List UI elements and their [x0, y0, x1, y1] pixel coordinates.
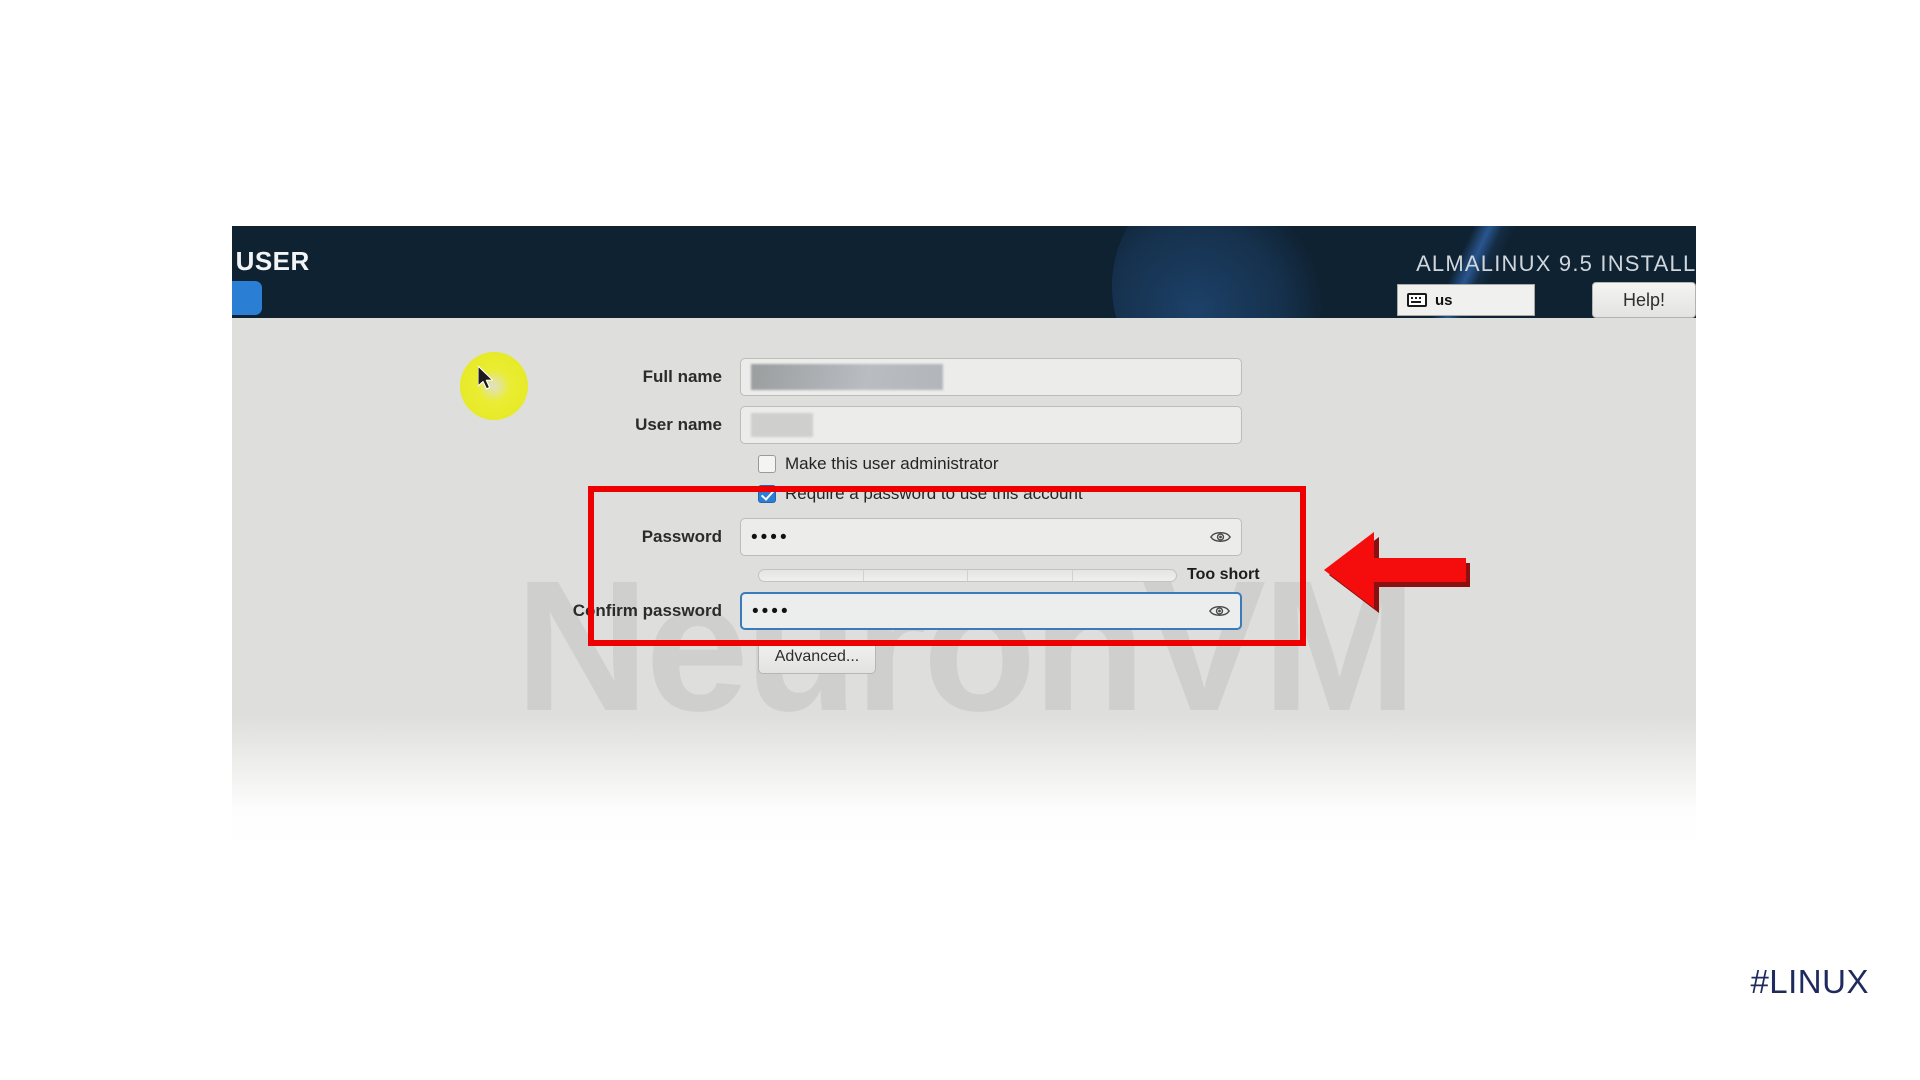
require-password-row[interactable]: Require a password to use this account — [758, 484, 1696, 504]
full-name-redacted-value — [751, 364, 943, 390]
confirm-password-row: Confirm password •••• — [232, 592, 1696, 630]
confirm-password-label: Confirm password — [572, 601, 722, 620]
advanced-button[interactable]: Advanced... — [758, 640, 876, 674]
password-label: Password — [641, 527, 722, 546]
page-title: E USER — [232, 246, 310, 276]
confirm-password-masked-value: •••• — [752, 600, 791, 622]
keyboard-layout-indicator[interactable]: us — [1397, 284, 1535, 316]
strength-segment — [1073, 570, 1177, 581]
keyboard-layout-label: us — [1435, 291, 1453, 309]
make-administrator-row[interactable]: Make this user administrator — [758, 454, 1696, 474]
content-bottom-fade — [232, 716, 1696, 846]
password-row: Password •••• — [232, 518, 1696, 556]
strength-segment — [864, 569, 968, 581]
installer-header-bar: E USER ALMALINUX 9.5 INSTALLATION us Hel… — [232, 226, 1696, 318]
require-password-checkbox[interactable] — [758, 485, 776, 503]
password-strength-bar — [758, 568, 1177, 582]
user-name-label: User name — [635, 415, 722, 434]
create-user-form: Full name User name Make this user admin… — [232, 318, 1696, 674]
password-strength-label: Too short — [1187, 566, 1260, 583]
advanced-row: Advanced... — [758, 640, 1696, 674]
require-password-label: Require a password to use this account — [785, 484, 1083, 503]
strength-segment — [759, 569, 864, 581]
strength-segment — [968, 569, 1073, 581]
password-reveal-eye-icon[interactable] — [1210, 530, 1231, 544]
almalinux-installer-window: E USER ALMALINUX 9.5 INSTALLATION us Hel… — [232, 226, 1696, 846]
confirm-password-input[interactable]: •••• — [740, 592, 1242, 630]
breadcrumb-pill[interactable] — [232, 281, 262, 315]
confirm-password-reveal-eye-icon[interactable] — [1209, 604, 1230, 618]
make-administrator-checkbox[interactable] — [758, 455, 776, 473]
full-name-row: Full name — [232, 358, 1696, 396]
password-strength-row: Too short — [758, 566, 1696, 584]
almalinux-logo-watermark — [1112, 226, 1352, 318]
help-button[interactable]: Help! — [1592, 282, 1696, 318]
password-input[interactable]: •••• — [740, 518, 1242, 556]
full-name-input[interactable] — [740, 358, 1242, 396]
installer-content-area: NeuronVM Full name User name Make this u… — [232, 318, 1696, 846]
user-name-row: User name — [232, 406, 1696, 444]
user-name-input[interactable] — [740, 406, 1242, 444]
password-masked-value: •••• — [751, 526, 790, 548]
make-administrator-label: Make this user administrator — [785, 454, 999, 473]
user-name-redacted-value — [751, 413, 813, 437]
linux-hashtag: #LINUX — [1750, 963, 1869, 1000]
screenshot-root: E USER ALMALINUX 9.5 INSTALLATION us Hel… — [0, 0, 1920, 1080]
keyboard-icon — [1407, 293, 1427, 307]
full-name-label: Full name — [642, 367, 722, 386]
installation-product-title: ALMALINUX 9.5 INSTALLATION — [1416, 251, 1696, 276]
